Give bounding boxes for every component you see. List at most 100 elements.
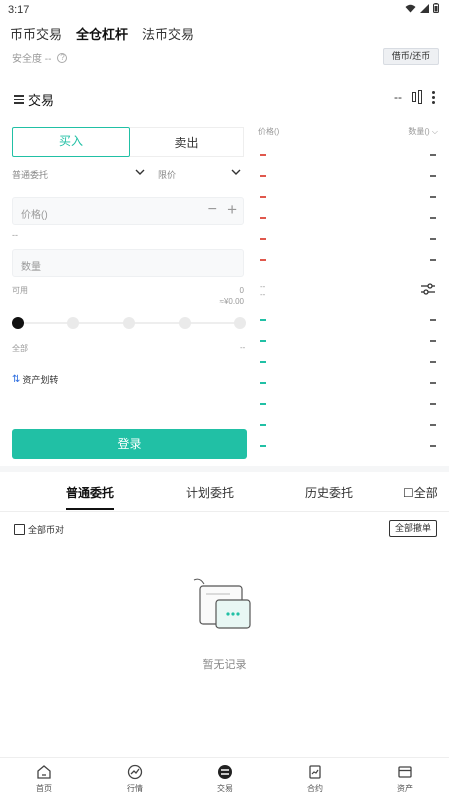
battery-icon: [433, 3, 439, 13]
buy-tab[interactable]: 买入: [12, 127, 130, 157]
price-column-header: 价格(): [258, 127, 280, 136]
quantity-column-header[interactable]: 数量() ⌵: [408, 126, 438, 137]
nav-assets-label: 资产: [397, 784, 413, 793]
safety-indicator: 安全度 -- ?: [12, 50, 68, 65]
bottom-nav: 首页 行情 交易 合约 资产: [0, 757, 449, 800]
available-label: 可用: [12, 286, 28, 295]
bid-row[interactable]: [258, 315, 438, 325]
ask-row[interactable]: [258, 255, 438, 265]
slider-knob-50[interactable]: [123, 317, 135, 329]
tab-spot[interactable]: 币币交易: [10, 24, 62, 43]
checkbox-icon[interactable]: [14, 524, 25, 535]
all-pairs-checkbox[interactable]: 全部币对: [14, 523, 64, 536]
price-estimate: --: [12, 230, 18, 240]
login-button[interactable]: 登录: [12, 429, 247, 459]
ask-row[interactable]: [258, 192, 438, 202]
bid-row[interactable]: [258, 399, 438, 409]
available-value: 0 ≈¥0.00: [220, 285, 244, 307]
transfer-icon: ⇅: [12, 374, 21, 385]
ask-row[interactable]: [258, 213, 438, 223]
available-cny: ≈¥0.00: [219, 297, 244, 306]
ask-row[interactable]: [258, 171, 438, 181]
nav-trade[interactable]: 交易: [200, 764, 250, 794]
wifi-icon: [405, 4, 416, 12]
bid-row[interactable]: [258, 441, 438, 451]
ask-row[interactable]: [258, 150, 438, 160]
ask-row[interactable]: [258, 234, 438, 244]
nav-market-label: 行情: [127, 784, 143, 793]
safety-label: 安全度 --: [12, 54, 52, 65]
empty-records-text: 暂无记录: [202, 659, 247, 671]
trade-title: 交易: [28, 93, 55, 108]
nav-trade-label: 交易: [217, 784, 233, 793]
tabs-divider: [0, 511, 449, 512]
tab-normal-orders[interactable]: 普通委托: [66, 484, 114, 501]
status-icons: [405, 3, 439, 13]
contract-icon: [309, 765, 321, 779]
latest-price-cny: --: [260, 290, 266, 299]
tab-history-orders[interactable]: 历史委托: [305, 484, 353, 501]
status-time: 3:17: [8, 4, 30, 16]
bid-row[interactable]: [258, 336, 438, 346]
quantity-placeholder: 数量: [21, 262, 41, 273]
quantity-input[interactable]: 数量: [12, 249, 244, 277]
chevron-down-icon[interactable]: [134, 166, 146, 178]
tab-all-filter[interactable]: ☐全部: [403, 484, 438, 501]
filter-icon: ☐: [403, 486, 414, 500]
price-input[interactable]: 价格() − +: [12, 197, 244, 225]
slider-knob-75[interactable]: [179, 317, 191, 329]
nav-home[interactable]: 首页: [19, 764, 69, 794]
slider-knob-100[interactable]: [234, 317, 246, 329]
price-type-select[interactable]: 限价: [158, 168, 176, 181]
nav-contract[interactable]: 合约: [290, 764, 340, 794]
active-tab-indicator: [66, 508, 114, 510]
tab-fiat[interactable]: 法币交易: [142, 24, 194, 43]
nav-home-label: 首页: [36, 784, 52, 793]
menu-icon[interactable]: [14, 95, 24, 104]
tab-cross-margin[interactable]: 全仓杠杆: [76, 24, 128, 43]
nav-assets[interactable]: 资产: [380, 764, 430, 794]
market-icon: [127, 764, 143, 780]
latest-price: -- --: [260, 283, 265, 299]
asset-transfer-link[interactable]: ⇅ 资产划转: [12, 373, 58, 386]
bid-row[interactable]: [258, 357, 438, 367]
nav-market[interactable]: 行情: [110, 764, 160, 794]
price-placeholder: 价格(): [21, 210, 48, 221]
cancel-all-button[interactable]: 全部撤单: [389, 520, 437, 537]
help-icon[interactable]: ?: [57, 52, 68, 63]
transfer-label: 资产划转: [22, 375, 59, 385]
order-type-select[interactable]: 普通委托: [12, 168, 48, 181]
orders-tabs: 普通委托 计划委托 历史委托 ☐全部: [0, 482, 449, 512]
borrow-repay-button[interactable]: 借币/还币: [383, 48, 439, 65]
home-icon: [37, 765, 51, 779]
available-amount: 0: [239, 286, 244, 295]
empty-records-illustration: [193, 578, 251, 629]
buy-sell-toggle: 买入 卖出: [12, 127, 244, 157]
depth-settings-icon[interactable]: [421, 283, 435, 295]
sell-tab[interactable]: 卖出: [130, 127, 244, 157]
slider-knob-25[interactable]: [67, 317, 79, 329]
order-type-row: 普通委托 限价: [12, 166, 244, 182]
bid-row[interactable]: [258, 420, 438, 430]
total-value: --: [240, 343, 246, 352]
header-actions: --: [394, 90, 435, 104]
top-tabs: 币币交易 全仓杠杆 法币交易: [10, 24, 194, 43]
more-icon[interactable]: [432, 90, 435, 104]
nav-contract-label: 合约: [307, 784, 323, 793]
slider-knob-0[interactable]: [12, 317, 24, 329]
all-filter-label: 全部: [413, 486, 438, 500]
ratio-text: --: [394, 90, 402, 104]
chevron-down-icon[interactable]: [230, 166, 242, 178]
bid-row[interactable]: [258, 378, 438, 388]
trade-header[interactable]: 交易: [14, 90, 54, 109]
amount-slider[interactable]: [12, 315, 246, 331]
assets-icon: [398, 766, 412, 778]
tab-plan-orders[interactable]: 计划委托: [186, 484, 234, 501]
signal-icon: [420, 3, 429, 13]
status-bar: 3:17: [0, 0, 449, 20]
kline-icon[interactable]: [412, 90, 422, 104]
increase-price-icon[interactable]: +: [227, 200, 237, 220]
section-divider: [0, 466, 449, 472]
decrease-price-icon[interactable]: −: [208, 201, 217, 219]
trade-icon: [218, 765, 232, 779]
